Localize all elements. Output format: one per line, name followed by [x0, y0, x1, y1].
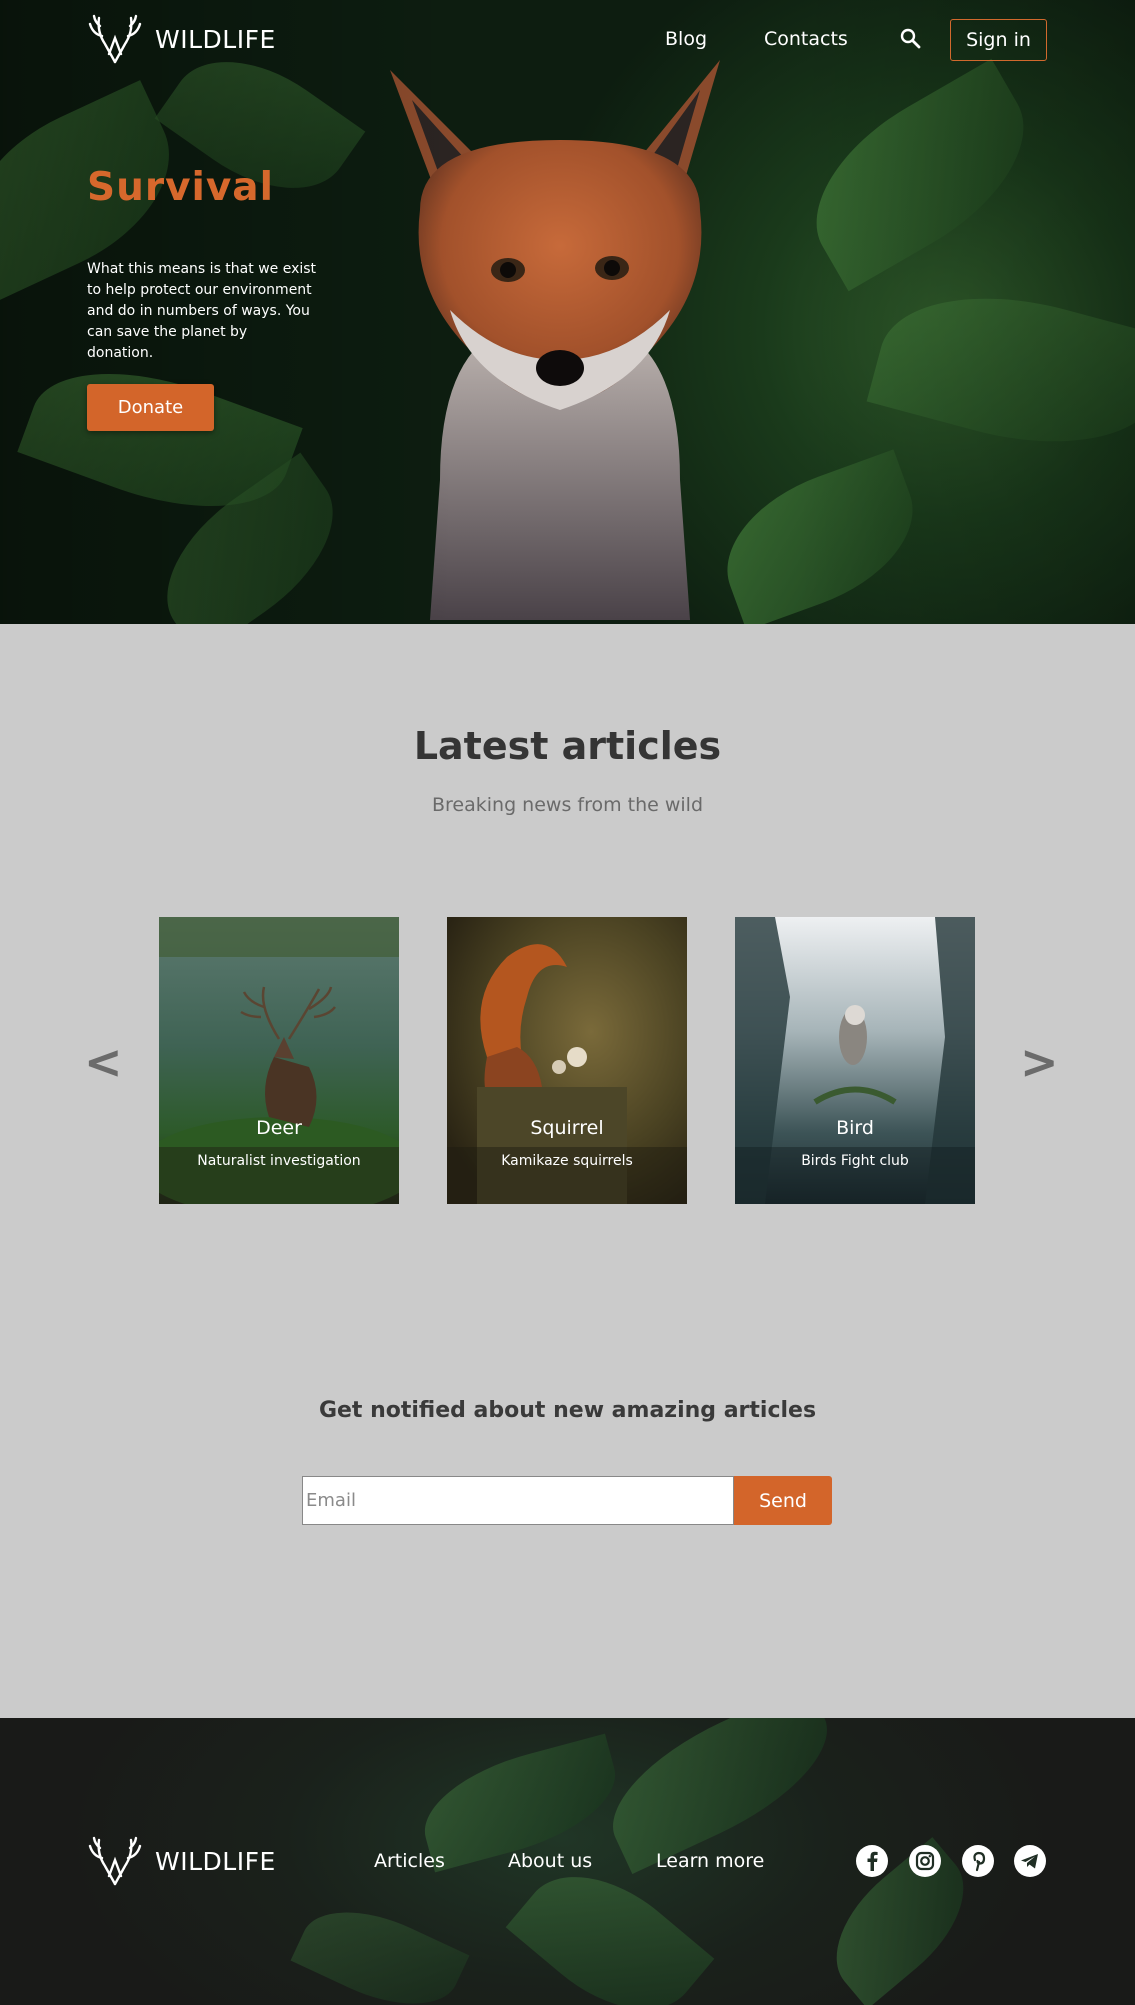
footer-brand-name: WILDLIFE — [155, 1846, 276, 1876]
footer: WILDLIFE Articles About us Learn more — [0, 1718, 1135, 2005]
pinterest-icon — [973, 1851, 986, 1872]
telegram-icon — [1021, 1854, 1038, 1869]
hero-description: What this means is that we exist to help… — [87, 261, 317, 361]
footer-brand-logo[interactable]: WILDLIFE — [87, 1836, 276, 1886]
carousel-next-button[interactable]: > — [1020, 1035, 1059, 1089]
article-card-deer[interactable]: Deer Naturalist investigation — [159, 917, 399, 1204]
telegram-button[interactable] — [1014, 1845, 1046, 1877]
pinterest-button[interactable] — [962, 1845, 994, 1877]
hero-section: WILDLIFE Blog Contacts Sign in Survival … — [0, 0, 1135, 624]
nav-blog-link[interactable]: Blog — [665, 28, 707, 50]
facebook-button[interactable] — [856, 1845, 888, 1877]
card-subtitle: Naturalist investigation — [197, 1153, 361, 1169]
donate-button[interactable]: Donate — [87, 384, 214, 431]
send-button[interactable]: Send — [734, 1476, 832, 1525]
card-subtitle: Birds Fight club — [801, 1153, 909, 1169]
card-title: Squirrel — [530, 1117, 604, 1139]
instagram-icon — [915, 1851, 935, 1871]
brand-logo[interactable]: WILDLIFE — [87, 14, 276, 64]
card-title: Deer — [256, 1117, 302, 1139]
antlers-icon — [88, 1836, 142, 1886]
footer-link-about-us[interactable]: About us — [508, 1850, 592, 1872]
leaf-decoration — [290, 1887, 470, 2005]
footer-link-articles[interactable]: Articles — [374, 1850, 445, 1872]
instagram-button[interactable] — [909, 1845, 941, 1877]
email-input[interactable] — [302, 1476, 734, 1525]
brand-name: WILDLIFE — [155, 24, 276, 54]
card-title: Bird — [836, 1117, 874, 1139]
article-card-squirrel[interactable]: Squirrel Kamikaze squirrels — [447, 917, 687, 1204]
search-icon — [900, 28, 921, 49]
search-button[interactable] — [898, 26, 922, 50]
card-subtitle: Kamikaze squirrels — [501, 1153, 633, 1169]
articles-title: Latest articles — [413, 724, 722, 768]
sign-in-button[interactable]: Sign in — [950, 19, 1047, 61]
footer-link-learn-more[interactable]: Learn more — [656, 1850, 764, 1872]
facebook-icon — [867, 1851, 878, 1871]
antlers-icon — [88, 14, 142, 64]
articles-subtitle: Breaking news from the wild — [431, 794, 704, 816]
hero-title: Survival — [87, 165, 274, 210]
carousel-prev-button[interactable]: < — [84, 1035, 123, 1089]
article-card-bird[interactable]: Bird Birds Fight club — [735, 917, 975, 1204]
newsletter-title: Get notified about new amazing articles — [318, 1398, 817, 1423]
nav-contacts-link[interactable]: Contacts — [764, 28, 848, 50]
